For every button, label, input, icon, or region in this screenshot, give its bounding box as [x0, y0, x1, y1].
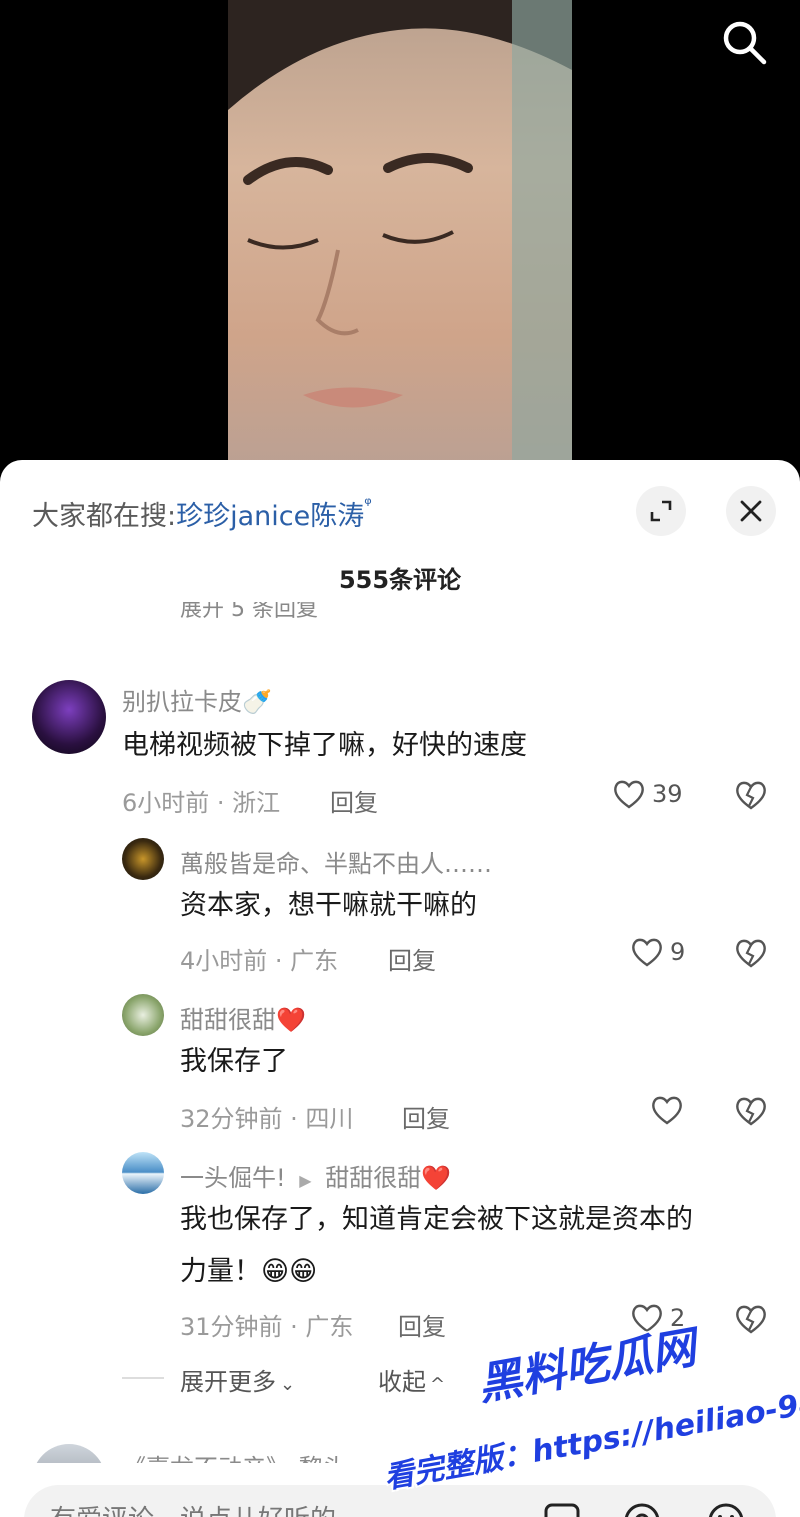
reply-button[interactable]: 回复 — [388, 941, 436, 976]
heart-icon — [652, 1096, 682, 1125]
comments-sheet: 大家都在搜:珍珍janice陈涛ᵠ 555条评论 展开 5 条回复 别扒拉卡皮🍼… — [0, 460, 800, 1517]
avatar[interactable] — [32, 680, 106, 754]
heart-icon — [632, 938, 662, 967]
divider — [122, 1377, 164, 1379]
comment-text-line2: 力量！😁😁 — [180, 1256, 318, 1287]
like-button[interactable]: 39 — [612, 778, 683, 810]
avatar[interactable] — [122, 838, 164, 880]
reply-button[interactable]: 回复 — [398, 1307, 446, 1342]
emoji-icon[interactable] — [706, 1501, 746, 1517]
search-icon[interactable] — [720, 18, 768, 66]
close-icon — [740, 500, 762, 522]
comment-meta: 4小时前 · 广东 — [180, 947, 339, 975]
expand-icon — [650, 500, 672, 522]
comment-author[interactable]: 一头倔牛! ▶ 甜甜很甜❤️ — [180, 1158, 451, 1193]
broken-heart-icon[interactable] — [734, 936, 768, 970]
comment-meta: 31分钟前 · 广东 — [180, 1313, 354, 1341]
trending-label: 大家都在搜: — [32, 501, 177, 532]
comment-meta: 6小时前 · 浙江 — [122, 789, 281, 817]
comment-count: 555条评论 — [338, 566, 462, 594]
avatar[interactable] — [122, 994, 164, 1036]
like-count: 2 — [670, 1304, 686, 1332]
comment-author[interactable]: 萬般皆是命、半點不由人…… — [180, 844, 492, 879]
video-frame — [228, 0, 572, 480]
like-count: 39 — [652, 780, 683, 808]
close-button[interactable] — [726, 486, 776, 536]
collapse-button[interactable]: 收起 ^ — [378, 1362, 445, 1397]
comment-text: 资本家，想干嘛就干嘛的 — [180, 890, 477, 921]
expand-button[interactable] — [636, 486, 686, 536]
trending-search[interactable]: 大家都在搜:珍珍janice陈涛ᵠ — [32, 494, 372, 533]
image-icon[interactable] — [542, 1501, 582, 1517]
comment-text: 电梯视频被下掉了嘛，好快的速度 — [122, 730, 527, 761]
comment-text: 我保存了 — [180, 1046, 288, 1077]
broken-heart-icon[interactable] — [734, 1302, 768, 1336]
chevron-down-icon: ⌄ — [280, 1374, 296, 1395]
comment-input-bar: 有爱评论，说点儿好听的 — [0, 1463, 800, 1517]
partial-expand-replies[interactable]: 展开 5 条回复 — [180, 602, 318, 618]
comment-author[interactable]: 别扒拉卡皮🍼 — [122, 682, 272, 717]
like-count: 9 — [670, 938, 686, 966]
reply-author: 一头倔牛! — [180, 1164, 286, 1192]
comment-text-line1: 我也保存了，知道肯定会被下这就是资本的 — [180, 1204, 693, 1235]
reply-button[interactable]: 回复 — [402, 1099, 450, 1134]
broken-heart-icon[interactable] — [734, 778, 768, 812]
broken-heart-icon[interactable] — [734, 1094, 768, 1128]
heart-icon — [614, 780, 644, 809]
expand-more-label: 展开更多 — [180, 1368, 276, 1396]
expand-more-button[interactable]: 展开更多 ⌄ — [180, 1362, 295, 1397]
small-search-icon: ᵠ — [364, 494, 372, 515]
chevron-up-icon: ^ — [430, 1374, 446, 1395]
trending-keyword[interactable]: 珍珍janice陈涛 — [176, 501, 364, 532]
like-button[interactable]: 9 — [630, 936, 685, 968]
comment-input-placeholder: 有爱评论，说点儿好听的 — [50, 1499, 336, 1517]
collapse-label: 收起 — [378, 1368, 426, 1396]
avatar[interactable] — [122, 1152, 164, 1194]
heart-icon — [632, 1304, 662, 1333]
comment-meta: 32分钟前 · 四川 — [180, 1105, 354, 1133]
reply-target[interactable]: 甜甜很甜❤️ — [325, 1164, 451, 1192]
like-button[interactable] — [650, 1094, 684, 1126]
like-button[interactable]: 2 — [630, 1302, 685, 1334]
reply-arrow-icon: ▶ — [299, 1171, 312, 1190]
reply-button[interactable]: 回复 — [330, 783, 378, 818]
video-player[interactable] — [0, 0, 800, 480]
comment-author[interactable]: 甜甜很甜❤️ — [180, 1000, 306, 1035]
at-mention-icon[interactable] — [622, 1501, 662, 1517]
